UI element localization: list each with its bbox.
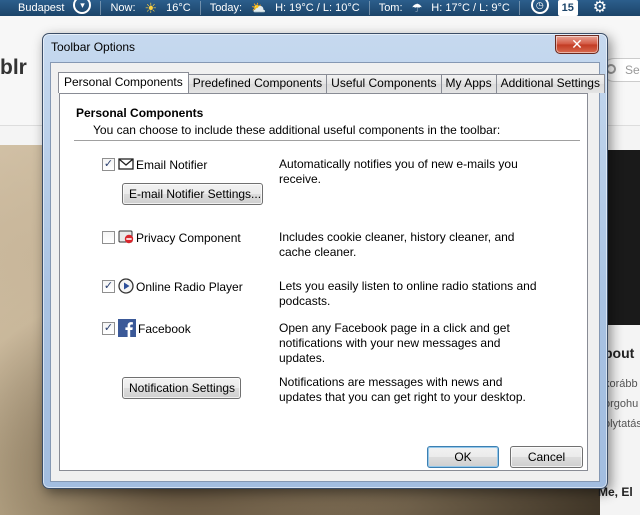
facebook-label: Facebook — [138, 322, 191, 336]
close-button[interactable]: ✕ — [555, 35, 599, 54]
weather-today-forecast: H: 19°C / L: 10°C — [275, 2, 360, 14]
weather-now-label: Now: — [110, 2, 136, 14]
weather-toolbar: Budapest ▾ Now: ☀ 16°C Today: ⛅ H: 19°C … — [0, 0, 640, 16]
privacy-component-checkbox[interactable] — [102, 231, 115, 244]
email-notifier-settings-button[interactable]: E-mail Notifier Settings... — [122, 183, 263, 205]
notifications-description: Notifications are messages with news and… — [279, 375, 526, 404]
section-divider — [74, 140, 580, 141]
toolbar-separator — [368, 1, 370, 15]
dialog-title: Toolbar Options — [51, 40, 136, 54]
facebook-icon — [118, 319, 136, 337]
tab-additional-settings[interactable]: Additional Settings — [495, 74, 605, 93]
location-dropdown-icon[interactable]: ▾ — [73, 0, 92, 14]
notification-settings-button[interactable]: Notification Settings — [122, 377, 241, 399]
tab-my-apps[interactable]: My Apps — [440, 74, 497, 93]
toolbar-separator — [100, 1, 102, 15]
calendar-icon[interactable]: 15 — [557, 0, 578, 16]
toolbar-options-dialog: Toolbar Options ✕ Personal Components Pr… — [42, 33, 608, 489]
tab-predefined-components[interactable]: Predefined Components — [187, 74, 328, 93]
facebook-description: Open any Facebook page in a click and ge… — [279, 321, 510, 365]
weather-tomorrow-label: Tom: — [378, 2, 403, 14]
online-radio-player-checkbox[interactable]: ✓ — [102, 280, 115, 293]
rain-cloud-icon: ☂ — [411, 1, 423, 15]
gear-icon[interactable]: ⚙ — [593, 0, 607, 16]
envelope-icon — [118, 156, 134, 172]
email-notifier-checkbox[interactable]: ✓ — [102, 158, 115, 171]
site-logo: blr — [0, 56, 27, 79]
side-text-line: orgohu — [604, 398, 639, 410]
privacy-component-description: Includes cookie cleaner, history cleaner… — [279, 230, 515, 259]
weather-now-temp: 16°C — [166, 2, 191, 14]
email-notifier-label: Email Notifier — [136, 158, 208, 172]
cloud-sun-icon: ⛅ — [251, 1, 267, 15]
weather-tomorrow-forecast: H: 17°C / L: 9°C — [431, 2, 510, 14]
radio-play-icon — [118, 278, 134, 294]
side-text-line: korább — [604, 378, 638, 390]
online-radio-player-label: Online Radio Player — [136, 280, 243, 294]
dialog-titlebar[interactable]: Toolbar Options ✕ — [43, 34, 607, 60]
clock-icon[interactable]: ◷ — [530, 0, 549, 14]
section-subtitle: You can choose to include these addition… — [93, 123, 501, 137]
weather-today-label: Today: — [209, 2, 243, 14]
side-text-line: olytatás — [604, 418, 640, 430]
email-notifier-description: Automatically notifies you of new e-mail… — [279, 157, 518, 186]
privacy-icon — [118, 229, 134, 245]
close-icon: ✕ — [571, 36, 583, 52]
section-title: Personal Components — [76, 106, 204, 120]
tab-personal-components[interactable]: Personal Components — [58, 72, 189, 93]
privacy-component-label: Privacy Component — [136, 231, 241, 245]
facebook-checkbox[interactable]: ✓ — [102, 322, 115, 335]
personal-components-panel: Personal Components You can choose to in… — [59, 93, 588, 471]
online-radio-player-description: Lets you easily listen to online radio s… — [279, 279, 537, 308]
ok-button[interactable]: OK — [427, 446, 499, 468]
cancel-button[interactable]: Cancel — [510, 446, 583, 468]
toolbar-separator — [518, 1, 520, 15]
about-heading: bout — [604, 345, 635, 361]
tab-useful-components[interactable]: Useful Components — [326, 74, 442, 93]
weather-city[interactable]: Budapest — [18, 1, 64, 15]
dialog-client-area: Personal Components Predefined Component… — [50, 62, 605, 482]
tab-strip: Personal Components Predefined Component… — [58, 72, 605, 93]
sun-icon: ☀ — [144, 0, 158, 16]
toolbar-separator — [199, 1, 201, 15]
